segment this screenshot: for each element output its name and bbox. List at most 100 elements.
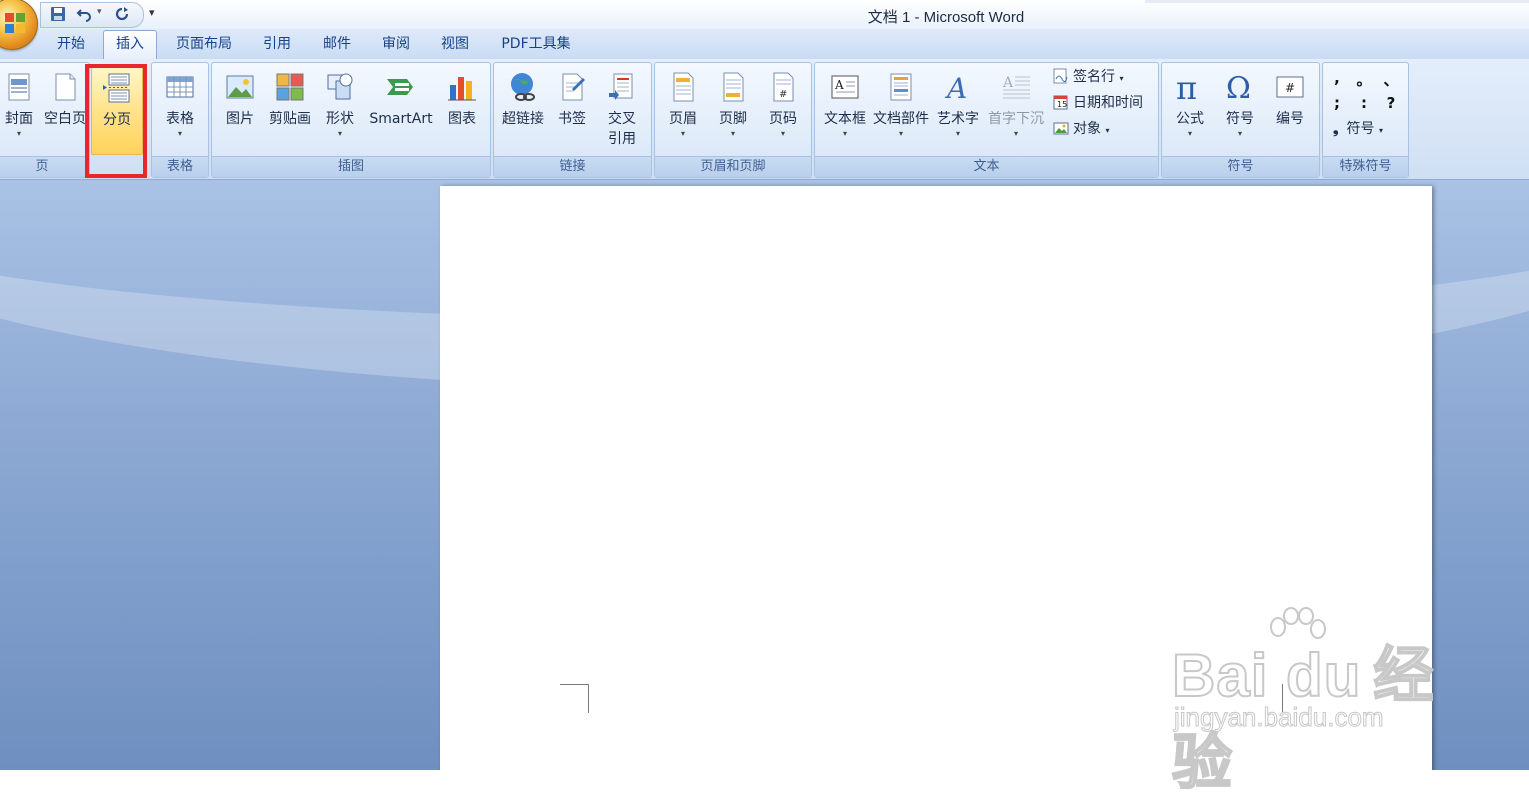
- title-strip: [1145, 0, 1529, 3]
- chevron-down-icon: ▾: [337, 129, 342, 138]
- symbol-label: 符号: [1226, 111, 1254, 127]
- watermark-url: jingyan.baidu.com: [1174, 702, 1385, 733]
- table-button[interactable]: 表格 ▾: [156, 67, 204, 155]
- tab-page-layout[interactable]: 页面布局: [166, 31, 242, 57]
- save-icon[interactable]: [49, 6, 67, 24]
- textbox-label: 文本框: [824, 111, 866, 127]
- group-symbols: π 公式 ▾ Ω 符号 ▾ # 编号 符号: [1161, 62, 1320, 178]
- cover-page-button[interactable]: 封面 ▾: [1, 67, 37, 155]
- clipart-icon: [276, 73, 304, 101]
- tab-insert[interactable]: 插入: [103, 30, 157, 60]
- page-number-label: 页码: [769, 111, 797, 127]
- picture-icon: [226, 75, 254, 99]
- cross-reference-button[interactable]: 交叉 引用: [598, 67, 646, 155]
- tab-mailings[interactable]: 邮件: [312, 31, 362, 57]
- undo-dropdown-icon[interactable]: ▾: [97, 7, 102, 17]
- table-icon: [166, 76, 194, 98]
- watermark-brand-latin: Bai du: [1171, 641, 1362, 710]
- signature-line-icon: [1053, 68, 1068, 84]
- special-period[interactable]: 。: [1354, 69, 1374, 90]
- equation-button[interactable]: π 公式 ▾: [1166, 67, 1214, 155]
- date-time-button[interactable]: 15 日期和时间: [1053, 92, 1143, 114]
- tab-references[interactable]: 引用: [252, 31, 302, 57]
- header-button[interactable]: 页眉 ▾: [659, 67, 707, 155]
- hyperlink-button[interactable]: 超链接: [498, 67, 548, 155]
- special-symbol-button[interactable]: ❟ 符号 ▾: [1333, 118, 1383, 140]
- footer-button[interactable]: 页脚 ▾: [709, 67, 757, 155]
- cover-page-label: 封面: [5, 111, 33, 127]
- redo-icon[interactable]: [113, 6, 131, 24]
- numbering-icon: #: [1276, 76, 1304, 98]
- tab-home[interactable]: 开始: [46, 31, 96, 57]
- group-text: A 文本框 ▾ 文档部件 ▾ A 艺术字 ▾ A 首字下沉 ▾ 签名行 ▾ 15…: [814, 62, 1159, 178]
- group-label-special-symbols: 特殊符号: [1323, 156, 1408, 177]
- picture-button[interactable]: 图片: [218, 67, 262, 155]
- chevron-down-icon: ▾: [780, 129, 785, 138]
- group-label-links: 链接: [494, 156, 651, 177]
- group-links: 超链接 书签 交叉 引用 链接: [493, 62, 652, 178]
- chevron-down-icon: ▾: [1237, 129, 1242, 138]
- numbering-button[interactable]: # 编号: [1266, 67, 1314, 155]
- shapes-icon: [327, 73, 353, 100]
- footer-label: 页脚: [719, 111, 747, 127]
- wordart-button[interactable]: A 艺术字 ▾: [933, 67, 983, 155]
- drop-cap-icon: A: [1002, 75, 1030, 99]
- drop-cap-button[interactable]: A 首字下沉 ▾: [985, 67, 1047, 155]
- tab-pdf-tools[interactable]: PDF工具集: [490, 31, 582, 57]
- special-semicolon[interactable]: ;: [1327, 94, 1347, 112]
- signature-line-button[interactable]: 签名行 ▾: [1053, 66, 1123, 88]
- tab-view[interactable]: 视图: [430, 31, 480, 57]
- page-number-button[interactable]: # 页码 ▾: [759, 67, 807, 155]
- header-icon: [673, 72, 694, 102]
- quick-access-toolbar: ▾: [40, 2, 144, 28]
- special-colon[interactable]: :: [1354, 94, 1374, 112]
- bookmark-button[interactable]: 书签: [550, 67, 594, 155]
- special-question[interactable]: ?: [1381, 94, 1401, 112]
- clipart-label: 剪贴画: [269, 111, 311, 127]
- group-label-illustrations: 插图: [212, 156, 490, 177]
- group-label-text: 文本: [815, 156, 1158, 177]
- signature-line-label: 签名行: [1073, 69, 1115, 85]
- wordart-label: 艺术字: [937, 111, 979, 127]
- shapes-label: 形状: [326, 111, 354, 127]
- chart-label: 图表: [448, 111, 476, 127]
- textbox-button[interactable]: A 文本框 ▾: [819, 67, 871, 155]
- special-symbol-label: 符号: [1346, 121, 1375, 137]
- group-tables: 表格 ▾ 表格: [151, 62, 209, 178]
- chart-button[interactable]: 图表: [440, 67, 484, 155]
- chevron-down-icon: ▾: [1378, 126, 1383, 135]
- cover-page-icon: [8, 73, 30, 101]
- customize-qat-icon[interactable]: ▾: [149, 6, 155, 19]
- page-number-icon: #: [773, 72, 794, 102]
- object-label: 对象: [1073, 121, 1101, 137]
- object-button[interactable]: 对象 ▾: [1053, 118, 1109, 140]
- undo-icon[interactable]: [75, 6, 93, 24]
- group-label-tables: 表格: [152, 156, 208, 177]
- group-illustrations: 图片 剪贴画 形状 ▾ SmartArt 图表 插图: [211, 62, 491, 178]
- group-header-footer: 页眉 ▾ 页脚 ▾ # 页码 ▾ 页眉和页脚: [654, 62, 812, 178]
- highlight-box: [85, 64, 147, 178]
- chevron-down-icon: ▾: [680, 129, 685, 138]
- header-label: 页眉: [669, 111, 697, 127]
- svg-text:A: A: [834, 78, 844, 92]
- tab-review[interactable]: 审阅: [371, 31, 421, 57]
- quick-parts-label: 文档部件: [873, 111, 929, 127]
- ribbon-tabs: 开始 插入 页面布局 引用 邮件 审阅 视图 PDF工具集: [0, 29, 1529, 60]
- chevron-down-icon: ▾: [898, 129, 903, 138]
- quick-parts-icon: [890, 73, 912, 101]
- special-enumeration-comma[interactable]: 、: [1381, 69, 1401, 90]
- smartart-button[interactable]: SmartArt: [366, 67, 436, 155]
- group-pages: 封面 ▾ 空白页 分页 页: [0, 62, 143, 178]
- special-comma[interactable]: ,: [1327, 69, 1347, 87]
- group-special-symbols: , 。 、 ; : ? ❟ 符号 ▾ 特殊符号: [1322, 62, 1409, 178]
- baidu-watermark: Bai du 经验 jingyan.baidu.com: [1171, 607, 1462, 797]
- clipart-button[interactable]: 剪贴画: [266, 67, 314, 155]
- bookmark-icon: [562, 73, 585, 101]
- blank-page-button[interactable]: 空白页: [41, 67, 89, 155]
- symbol-button[interactable]: Ω 符号 ▾: [1216, 67, 1264, 155]
- chevron-down-icon: ▾: [177, 129, 182, 138]
- chevron-down-icon: ▾: [16, 129, 21, 138]
- svg-text:π: π: [1176, 71, 1197, 103]
- quick-parts-button[interactable]: 文档部件 ▾: [871, 67, 931, 155]
- shapes-button[interactable]: 形状 ▾: [318, 67, 362, 155]
